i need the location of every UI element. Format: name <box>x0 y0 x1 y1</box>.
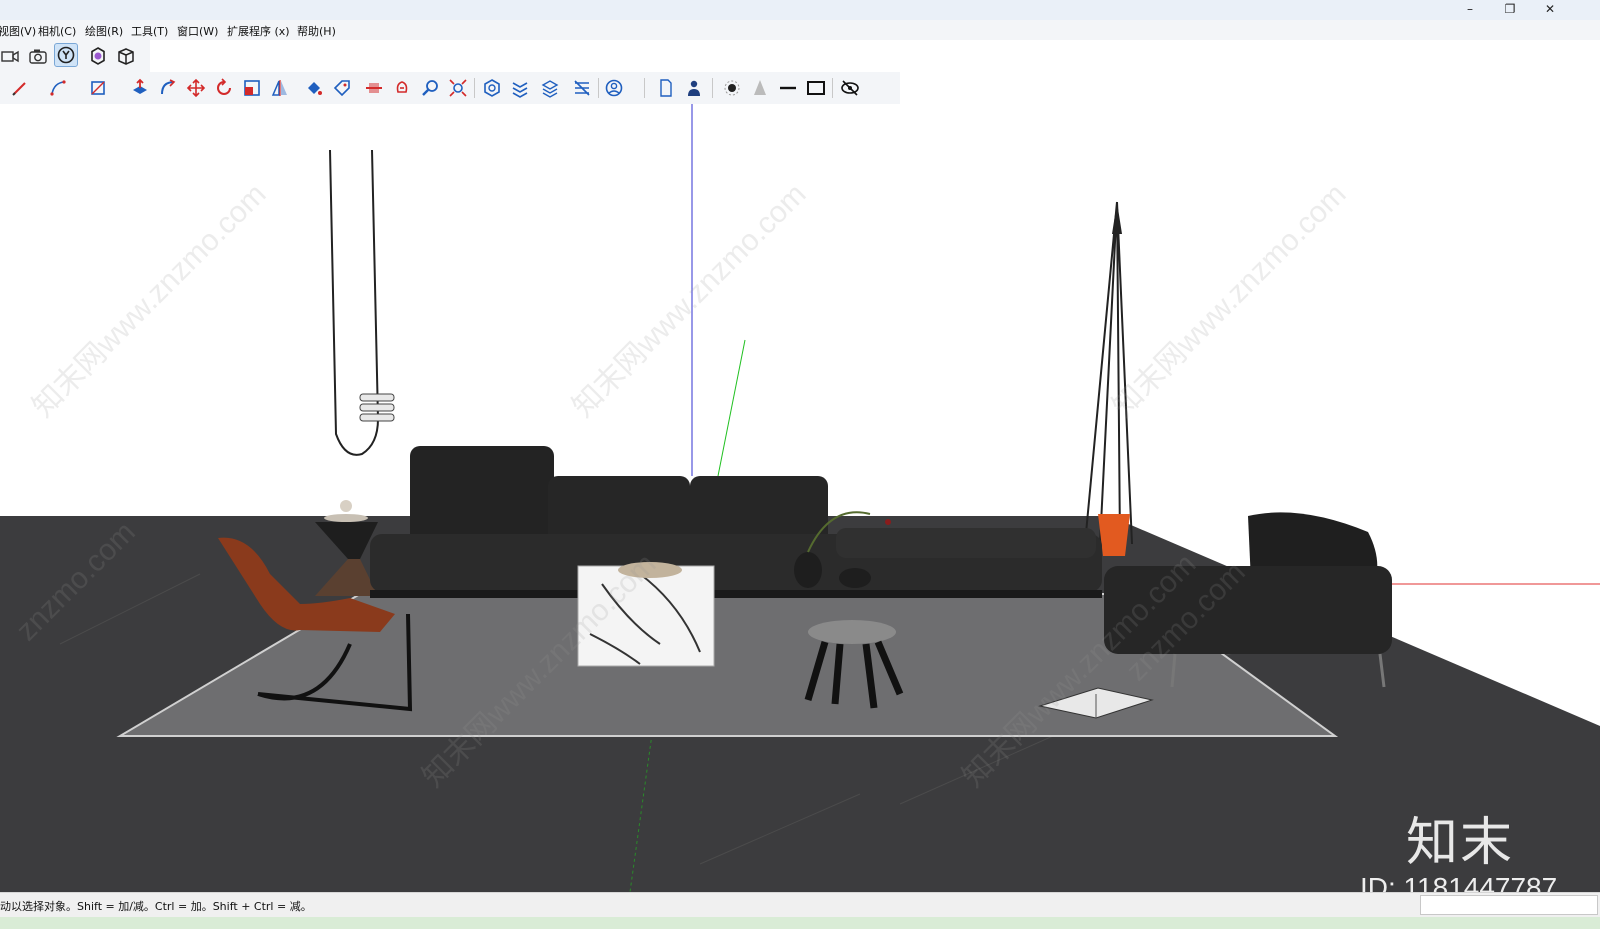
arc-icon[interactable] <box>46 76 70 100</box>
push-pull-icon[interactable] <box>128 76 152 100</box>
toolbar-separator <box>598 78 599 98</box>
camera-icon[interactable] <box>26 44 50 68</box>
menu-view[interactable]: 视图(V) <box>0 23 36 39</box>
menu-window[interactable]: 窗口(W) <box>177 23 218 39</box>
zoom-extents-icon[interactable] <box>446 76 470 100</box>
menu-help[interactable]: 帮助(H) <box>297 23 336 39</box>
new-file-icon[interactable] <box>654 76 678 100</box>
menu-extensions[interactable]: 扩展程序 (x) <box>227 23 290 39</box>
scale-icon[interactable] <box>240 76 264 100</box>
dot-icon[interactable] <box>720 76 744 100</box>
zoom-icon[interactable] <box>418 76 442 100</box>
section-plane-icon[interactable] <box>362 76 386 100</box>
box-icon[interactable] <box>114 44 138 68</box>
status-bar: 动以选择对象。Shift = 加/减。Ctrl = 加。Shift + Ctrl… <box>0 892 1600 917</box>
title-bar: – ❐ ✕ <box>0 0 1600 20</box>
paint-bucket-icon[interactable] <box>302 76 326 100</box>
line-icon[interactable] <box>776 76 800 100</box>
pencil-icon[interactable] <box>8 76 32 100</box>
brand-logo: 知末 <box>1406 813 1515 873</box>
cone-icon[interactable] <box>748 76 772 100</box>
main-toolbar <box>0 72 900 104</box>
user-icon[interactable] <box>602 76 626 100</box>
hide-icon[interactable] <box>838 76 862 100</box>
flip-edge-icon[interactable] <box>570 76 594 100</box>
measurements-box[interactable] <box>1420 895 1598 915</box>
walk-icon[interactable] <box>390 76 414 100</box>
rectangle-outline-icon[interactable] <box>804 76 828 100</box>
person-icon[interactable] <box>682 76 706 100</box>
model-viewport[interactable]: 知末网www.znzmo.com 知末网www.znzmo.com 知末网www… <box>0 104 1600 892</box>
move-icon[interactable] <box>184 76 208 100</box>
stamp-icon[interactable] <box>508 76 532 100</box>
flip-icon[interactable] <box>268 76 292 100</box>
menu-bar: 视图(V) 相机(C) 绘图(R) 工具(T) 窗口(W) 扩展程序 (x) 帮… <box>0 20 1600 40</box>
taskbar-strip <box>0 917 1600 929</box>
toolbar-separator <box>712 78 713 98</box>
tag-icon[interactable] <box>330 76 354 100</box>
green-axis <box>717 339 746 477</box>
status-hint: 动以选择对象。Shift = 加/减。Ctrl = 加。Shift + Ctrl… <box>0 900 312 913</box>
video-camera-icon[interactable] <box>0 44 22 68</box>
rectangle-icon[interactable] <box>86 76 110 100</box>
toolbar-separator <box>474 78 475 98</box>
toolbar-separator <box>832 78 833 98</box>
close-button[interactable]: ✕ <box>1530 0 1570 20</box>
select-tool-icon[interactable] <box>54 43 78 67</box>
rotate-icon[interactable] <box>212 76 236 100</box>
pendant-lamp <box>329 149 395 456</box>
sandbox-icon[interactable] <box>480 76 504 100</box>
menu-draw[interactable]: 绘图(R) <box>85 23 123 39</box>
camera-toolbar <box>0 40 150 72</box>
follow-me-icon[interactable] <box>156 76 180 100</box>
minimize-button[interactable]: – <box>1450 0 1490 20</box>
menu-camera[interactable]: 相机(C) <box>38 23 76 39</box>
menu-tools[interactable]: 工具(T) <box>131 23 168 39</box>
drape-icon[interactable] <box>538 76 562 100</box>
restore-button[interactable]: ❐ <box>1490 0 1530 20</box>
toolbar-separator <box>644 78 645 98</box>
component-icon[interactable] <box>86 44 110 68</box>
